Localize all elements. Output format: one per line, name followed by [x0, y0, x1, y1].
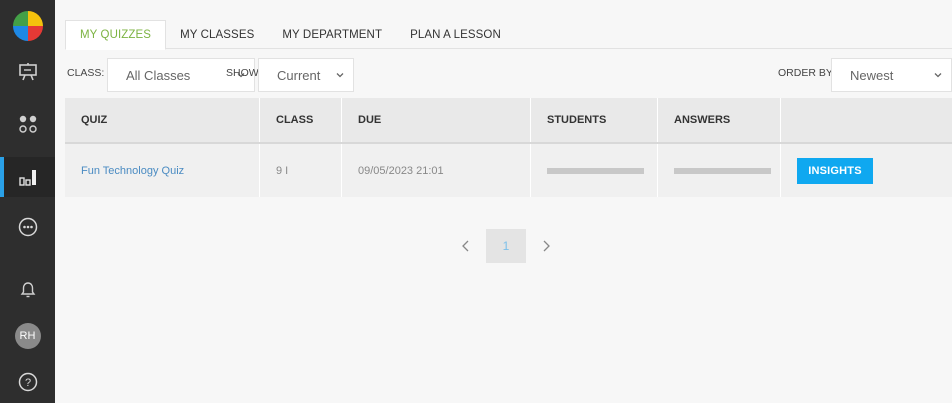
- avatar: RH: [14, 323, 41, 349]
- order-by-label: ORDER BY:: [778, 67, 836, 79]
- sidebar-item-notifications[interactable]: [0, 270, 55, 310]
- sidebar: RH ?: [0, 0, 55, 403]
- previous-page-button[interactable]: [446, 229, 486, 263]
- students-cell: [531, 144, 658, 197]
- chevron-down-icon: [336, 73, 344, 78]
- apps-dots-icon: [18, 115, 37, 133]
- actions-cell: INSIGHTS: [781, 144, 952, 197]
- class-filter-label: CLASS:: [67, 67, 105, 79]
- sidebar-item-insights[interactable]: [0, 157, 55, 197]
- quiz-table: QUIZ CLASS DUE STUDENTS ANSWERS Fun Tech…: [65, 98, 952, 197]
- chevron-right-icon: [543, 240, 550, 252]
- tab-my-classes[interactable]: MY CLASSES: [166, 20, 268, 49]
- column-header-answers[interactable]: ANSWERS: [658, 98, 781, 142]
- quiz-name-link[interactable]: Fun Technology Quiz: [81, 165, 184, 177]
- students-progress-bar: [547, 167, 644, 174]
- presentation-board-icon: [18, 63, 37, 81]
- column-header-quiz[interactable]: QUIZ: [65, 98, 260, 142]
- tab-my-department[interactable]: MY DEPARTMENT: [268, 20, 396, 49]
- column-header-class[interactable]: CLASS: [260, 98, 342, 142]
- bell-icon: [20, 282, 35, 298]
- order-by-select[interactable]: Newest: [831, 58, 952, 92]
- sidebar-item-more[interactable]: [0, 207, 55, 247]
- answers-progress-bar: [674, 167, 771, 174]
- show-select-value: Current: [277, 67, 321, 83]
- show-select[interactable]: Current: [258, 58, 354, 92]
- filter-bar: CLASS: All Classes SHOW: Current ORDER B…: [65, 58, 952, 92]
- sidebar-item-presentations[interactable]: [0, 52, 55, 92]
- show-filter-label: SHOW:: [226, 67, 262, 79]
- svg-text:?: ?: [24, 377, 30, 389]
- pagination: 1: [446, 229, 566, 263]
- sidebar-item-help[interactable]: ?: [0, 362, 55, 402]
- app-logo[interactable]: [0, 6, 55, 46]
- column-header-due[interactable]: DUE: [342, 98, 531, 142]
- insights-button[interactable]: INSIGHTS: [797, 157, 873, 184]
- bar-chart-icon: [18, 170, 36, 186]
- order-by-select-value: Newest: [850, 67, 894, 83]
- help-icon: ?: [18, 372, 37, 392]
- page-number-current[interactable]: 1: [486, 229, 526, 263]
- more-options-icon: [18, 217, 37, 237]
- tab-my-quizzes[interactable]: MY QUIZZES: [65, 20, 167, 50]
- answers-cell: [658, 144, 781, 197]
- quiz-name-cell: Fun Technology Quiz: [65, 144, 260, 197]
- next-page-button[interactable]: [526, 229, 566, 263]
- tab-bar: MY QUIZZES MY CLASSES MY DEPARTMENT PLAN…: [65, 20, 952, 50]
- column-header-students[interactable]: STUDENTS: [531, 98, 658, 142]
- column-header-actions: [781, 98, 952, 142]
- chevron-left-icon: [462, 240, 469, 252]
- sidebar-item-apps[interactable]: [0, 104, 55, 144]
- due-date-cell: 09/05/2023 21:01: [342, 144, 531, 197]
- sidebar-item-profile[interactable]: RH: [0, 316, 55, 356]
- logo-icon: [12, 11, 43, 41]
- table-header: QUIZ CLASS DUE STUDENTS ANSWERS: [65, 98, 952, 144]
- main-content: MY QUIZZES MY CLASSES MY DEPARTMENT PLAN…: [55, 0, 952, 403]
- class-cell: 9 I: [260, 144, 342, 197]
- class-select-value: All Classes: [126, 67, 191, 83]
- tab-plan-a-lesson[interactable]: PLAN A LESSON: [396, 20, 515, 49]
- table-row: Fun Technology Quiz 9 I 09/05/2023 21:01…: [65, 144, 952, 197]
- chevron-down-icon: [934, 73, 942, 78]
